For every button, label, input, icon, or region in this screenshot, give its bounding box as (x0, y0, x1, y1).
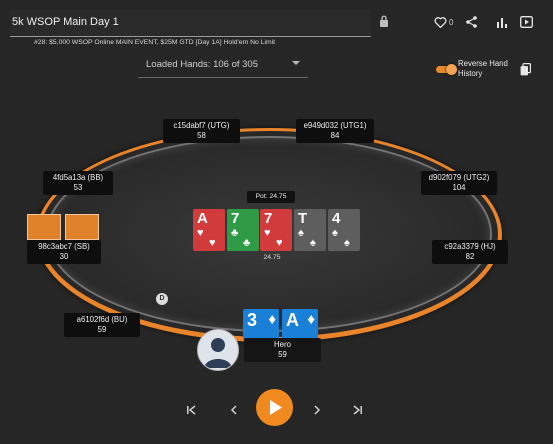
lock-icon[interactable] (379, 14, 389, 32)
heart-suit-icon: ♥ (209, 237, 216, 249)
tournament-subtitle: #28: $5,000 WSOP Online MAIN EVENT, $25M… (34, 39, 276, 46)
heart-icon (434, 16, 447, 28)
loaded-hands-select[interactable]: Loaded Hands: 106 of 305 (138, 52, 308, 78)
last-icon[interactable] (353, 402, 363, 420)
diamond-suit-icon: ♦ (268, 311, 276, 328)
card-rank: 7 (231, 210, 240, 227)
seat-sb[interactable]: 98c3abc7 (SB) 30 (27, 240, 101, 264)
seat-bb[interactable]: 4fd5a13a (BB) 53 (43, 171, 113, 195)
seat-name: d902f079 (UTG2) (428, 173, 490, 182)
pot-label: Pot: 24.75 (247, 191, 295, 203)
spade-suit-icon: ♠ (344, 237, 350, 249)
avatar (197, 329, 239, 371)
hand-title-input[interactable]: 5k WSOP Main Day 1 (10, 10, 371, 37)
toggle-knob (446, 64, 457, 75)
spade-suit-icon: ♠ (332, 227, 338, 239)
dealer-button: D (156, 293, 168, 305)
like-button[interactable]: 0 (434, 14, 453, 30)
seat-name: a6102f6d (BU) (76, 315, 128, 324)
seat-name: Hero (274, 340, 291, 349)
bar-chart-icon[interactable] (497, 14, 507, 30)
chevron-down-icon (292, 61, 300, 65)
seat-name: 4fd5a13a (BB) (52, 173, 104, 182)
heart-suit-icon: ♥ (197, 227, 204, 239)
spade-suit-icon: ♠ (310, 237, 316, 249)
reverse-hand-history-toggle[interactable] (436, 64, 457, 75)
like-count: 0 (449, 17, 454, 27)
card-rank: A (197, 210, 208, 227)
seat-stack: 59 (278, 350, 287, 359)
play-button[interactable] (256, 389, 293, 426)
play-icon (270, 400, 282, 415)
seat-utg2[interactable]: d902f079 (UTG2) 104 (421, 171, 497, 195)
seat-stack: 30 (59, 252, 69, 261)
person-icon (204, 338, 232, 368)
seat-utg1[interactable]: e949d032 (UTG1) 84 (296, 119, 374, 143)
hero-card-1: 3 ♦ (243, 309, 279, 340)
seat-hero[interactable]: Hero 59 (244, 338, 321, 362)
hand-title-text: 5k WSOP Main Day 1 (12, 16, 119, 28)
card-rank: 4 (332, 210, 341, 227)
seat-stack: 84 (330, 131, 340, 140)
copy-icon[interactable] (520, 63, 532, 81)
seat-stack: 53 (73, 183, 83, 192)
seat-stack: 82 (465, 252, 475, 261)
seat-name: 98c3abc7 (SB) (38, 242, 90, 251)
card-rank: T (298, 210, 308, 227)
sb-hole-card-1 (27, 214, 61, 240)
reverse-hand-history-label: Reverse Hand History (458, 59, 518, 79)
board-card-4: T ♠ ♠ (294, 209, 326, 251)
reverse-label-line2: History (458, 69, 483, 78)
first-icon[interactable] (186, 402, 196, 420)
board-card-3: 7 ♥ ♥ (260, 209, 292, 251)
reverse-label-line1: Reverse Hand (458, 59, 508, 68)
seat-utg[interactable]: c15dabf7 (UTG) 58 (163, 119, 240, 143)
play-box-icon[interactable] (520, 14, 533, 30)
seat-hj[interactable]: c92a3379 (HJ) 82 (432, 240, 508, 264)
club-suit-icon: ♣ (231, 227, 239, 239)
pot-amount: 24.75 (263, 254, 281, 261)
seat-stack: 58 (197, 131, 206, 140)
seat-bu[interactable]: a6102f6d (BU) 59 (64, 313, 140, 337)
seat-stack: 59 (97, 325, 107, 334)
next-icon[interactable] (313, 402, 321, 420)
card-rank: 3 (247, 310, 258, 330)
heart-suit-icon: ♥ (264, 227, 271, 239)
loaded-hands-label: Loaded Hands: 106 of 305 (146, 59, 258, 70)
seat-name: c92a3379 (HJ) (444, 242, 496, 251)
seat-name: c15dabf7 (UTG) (173, 121, 230, 130)
board-card-5: 4 ♠ ♠ (328, 209, 360, 251)
hero-card-2: A ♦ (282, 309, 318, 340)
spade-suit-icon: ♠ (298, 227, 304, 239)
share-icon[interactable] (466, 14, 477, 30)
sb-hole-card-2 (65, 214, 99, 240)
board-card-2: 7 ♣ ♣ (227, 209, 259, 251)
diamond-suit-icon: ♦ (307, 311, 315, 328)
heart-suit-icon: ♥ (276, 237, 283, 249)
club-suit-icon: ♣ (243, 237, 251, 249)
card-rank: 7 (264, 210, 273, 227)
seat-name: e949d032 (UTG1) (303, 121, 367, 130)
board-card-1: A ♥ ♥ (193, 209, 225, 251)
seat-stack: 104 (452, 183, 466, 192)
prev-icon[interactable] (230, 402, 238, 420)
card-rank: A (286, 310, 299, 330)
